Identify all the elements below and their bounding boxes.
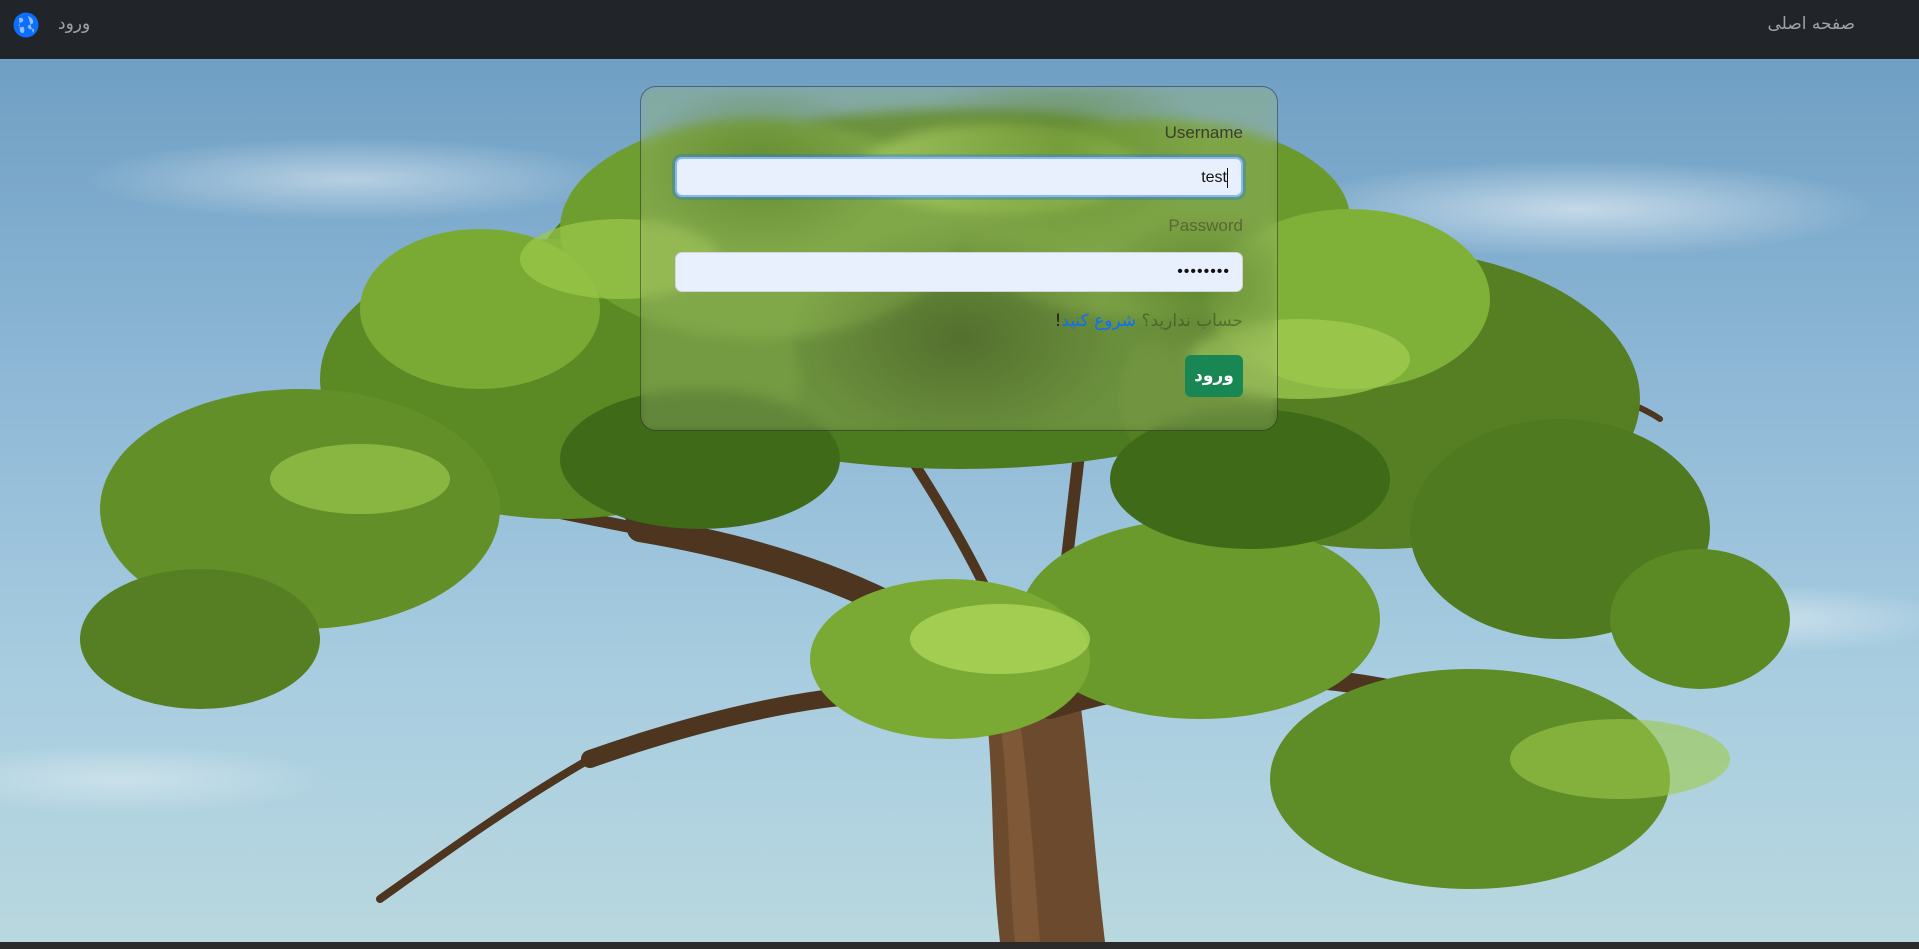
password-label: Password [1168, 216, 1243, 235]
username-input[interactable]: test [675, 157, 1243, 197]
signup-prefix: حساب ندارید؟ [1141, 311, 1243, 331]
login-submit-button[interactable]: ورود [1185, 355, 1243, 397]
login-card: Username test Password •••••••• حساب ندا… [640, 86, 1278, 431]
signup-link[interactable]: شروع کنید [1061, 311, 1136, 331]
password-input[interactable]: •••••••• [675, 252, 1243, 292]
nav-home-link[interactable]: صفحه اصلی [1768, 14, 1855, 34]
username-label: Username [1164, 123, 1243, 142]
username-value: test [1201, 169, 1227, 186]
nav-login-link[interactable]: ورود [58, 14, 90, 34]
top-navbar: ورود صفحه اصلی [0, 0, 1919, 59]
globe-icon[interactable] [13, 12, 39, 38]
login-form: Username test Password •••••••• حساب ندا… [641, 87, 1277, 430]
signup-prompt: حساب ندارید؟ شروع کنید! [1055, 311, 1243, 331]
text-caret [1227, 167, 1228, 188]
bottom-strip [0, 942, 1919, 949]
